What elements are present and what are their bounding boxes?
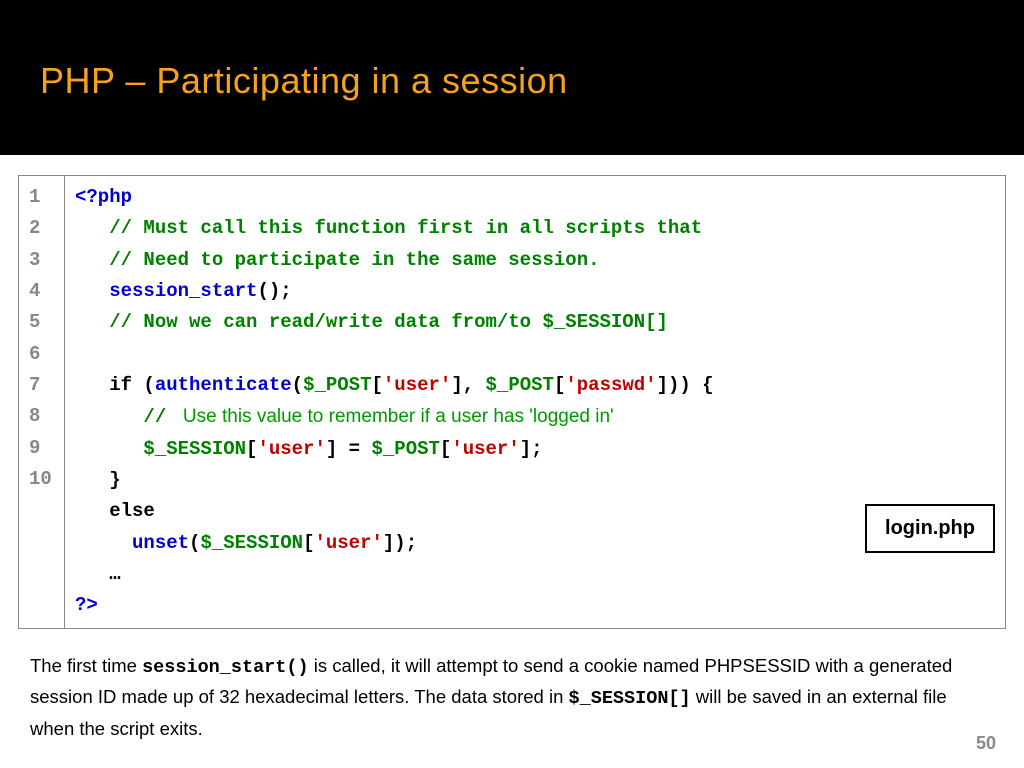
code-func: authenticate: [155, 374, 292, 396]
php-close-tag: ?>: [75, 594, 98, 616]
code-func: session_start: [109, 280, 257, 302]
explanation-text: The first time session_start() is called…: [30, 651, 994, 744]
page-number: 50: [976, 733, 996, 754]
code-string: 'user': [383, 374, 451, 396]
code-text: …: [109, 563, 120, 585]
explain-mono: session_start(): [142, 657, 309, 678]
code-comment: // Now we can read/write data from/to $_…: [109, 311, 668, 333]
code-table: 1 2 3 4 5 6 7 8 9 10 <?php // Must call …: [18, 175, 1006, 629]
code-comment-text: Use this value to remember if a user has…: [178, 406, 614, 427]
code-text: ] =: [326, 438, 372, 460]
code-text: (: [292, 374, 303, 396]
code-text: ();: [257, 280, 291, 302]
explain-mono: $_SESSION[]: [569, 688, 691, 709]
code-text: ])) {: [657, 374, 714, 396]
code-string: 'user': [451, 438, 519, 460]
code-var: $_POST: [303, 374, 371, 396]
code-text: [: [440, 438, 451, 460]
code-text: ],: [451, 374, 485, 396]
code-var: $_POST: [486, 374, 554, 396]
code-text: [: [303, 532, 314, 554]
code-text: [: [371, 374, 382, 396]
code-comment-slashes: //: [143, 406, 177, 428]
code-text: [: [246, 438, 257, 460]
code-var: $_SESSION: [143, 438, 246, 460]
code-comment: // Need to participate in the same sessi…: [109, 249, 599, 271]
code-block: <?php // Must call this function first i…: [65, 176, 1006, 629]
code-text: else: [109, 500, 155, 522]
slide-header: PHP – Participating in a session: [0, 0, 1024, 155]
code-var: $_SESSION: [200, 532, 303, 554]
code-comment: // Must call this function first in all …: [109, 217, 702, 239]
code-text: [: [554, 374, 565, 396]
code-string: 'user': [314, 532, 382, 554]
line-numbers: 1 2 3 4 5 6 7 8 9 10: [19, 176, 65, 629]
slide-title: PHP – Participating in a session: [40, 60, 984, 102]
php-open-tag: <?php: [75, 186, 132, 208]
explain-text: The first time: [30, 655, 142, 676]
code-text: (: [189, 532, 200, 554]
code-func: unset: [132, 532, 189, 554]
code-text: ]);: [383, 532, 417, 554]
code-string: 'user': [257, 438, 325, 460]
code-text: }: [109, 469, 120, 491]
code-var: $_POST: [371, 438, 439, 460]
code-string: 'passwd': [565, 374, 656, 396]
filename-label: login.php: [865, 504, 995, 553]
code-text: ];: [520, 438, 543, 460]
code-text: if (: [109, 374, 155, 396]
